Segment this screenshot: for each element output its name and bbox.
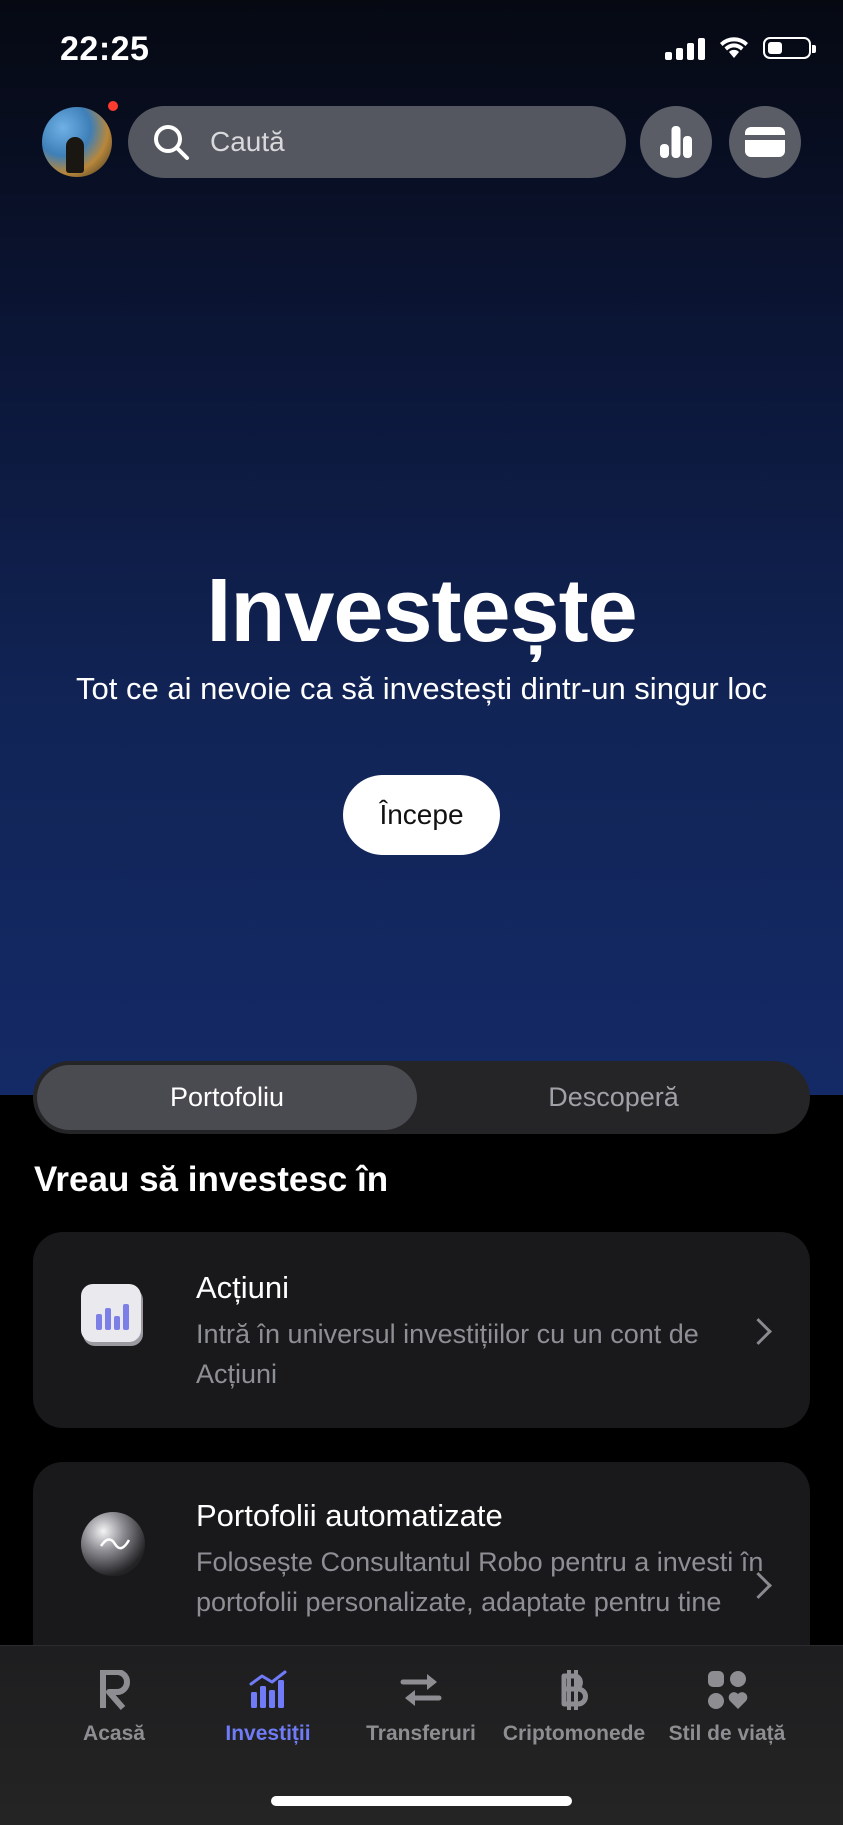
nav-label: Stil de viață <box>668 1722 786 1745</box>
avatar[interactable] <box>42 107 112 177</box>
start-button[interactable]: Începe <box>343 775 500 855</box>
segmented-control: Portofoliu Descoperă <box>33 1061 810 1134</box>
nav-item-criptomonede[interactable]: Criptomonede <box>499 1666 649 1746</box>
nav-label: Investiții <box>225 1722 311 1745</box>
search-icon <box>154 125 189 160</box>
card-title: Portofolii automatizate <box>196 1498 503 1533</box>
status-time: 22:25 <box>60 30 150 68</box>
analytics-button[interactable] <box>640 106 712 178</box>
nav-label: Acasă <box>83 1722 145 1745</box>
search-placeholder: Caută <box>210 126 285 157</box>
transfer-arrows-icon <box>400 1674 442 1706</box>
cards-button[interactable] <box>729 106 801 178</box>
investments-chart-icon <box>249 1670 287 1708</box>
tab-portofoliu[interactable]: Portofoliu <box>37 1065 417 1130</box>
stocks-chart-icon <box>79 1282 147 1350</box>
bitcoin-icon <box>561 1670 588 1710</box>
nav-item-acasa[interactable]: Acasă <box>39 1666 189 1746</box>
hero-title: Investește <box>206 561 637 661</box>
card-title: Acțiuni <box>196 1270 290 1305</box>
nav-item-investitii[interactable]: Investiții <box>193 1666 343 1746</box>
revolut-r-icon <box>100 1670 130 1710</box>
nav-item-transferuri[interactable]: Transferuri <box>346 1666 496 1746</box>
card-icon <box>745 127 785 157</box>
wifi-icon <box>720 37 748 58</box>
search-bar[interactable]: Caută <box>128 106 626 178</box>
home-indicator <box>271 1796 572 1806</box>
stocks-card[interactable]: Acțiuni Intră în universul investițiilor… <box>33 1232 810 1428</box>
card-description: Folosește Consultantul Robo pentru a inv… <box>196 1547 764 1617</box>
hero-subtitle: Tot ce ai nevoie ca să investești dintr-… <box>76 671 767 706</box>
card-description: Intră în universul investițiilor cu un c… <box>196 1319 699 1389</box>
status-icons <box>665 36 816 60</box>
robo-advisor-sphere-icon <box>79 1510 147 1578</box>
battery-icon <box>763 37 816 59</box>
nav-item-stil-de-viata[interactable]: Stil de viață <box>652 1666 802 1746</box>
bar-chart-icon <box>660 126 692 158</box>
cellular-signal-icon <box>665 36 705 60</box>
notification-dot <box>108 101 118 111</box>
nav-label: Criptomonede <box>502 1722 646 1745</box>
nav-label: Transferuri <box>366 1722 476 1745</box>
tab-descopera[interactable]: Descoperă <box>421 1065 806 1130</box>
lifestyle-shapes-icon <box>708 1671 748 1709</box>
section-title: Vreau să investesc în <box>34 1160 389 1199</box>
